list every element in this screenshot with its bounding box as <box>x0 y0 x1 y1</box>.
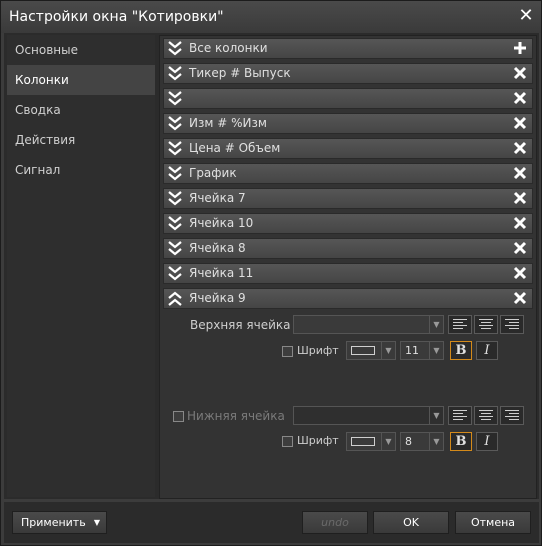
close-icon[interactable]: ✕ <box>517 7 535 25</box>
cell-editor: Верхняя ячейка ▼ Шрифт ▼ 11 ▼ B I Нижняя… <box>163 311 533 443</box>
close-icon[interactable] <box>513 216 527 230</box>
column-row-label: Ячейка 10 <box>189 216 254 230</box>
close-icon[interactable] <box>513 191 527 205</box>
chevron-down-icon: ▼ <box>381 433 395 450</box>
column-row[interactable] <box>163 88 533 109</box>
close-icon[interactable] <box>513 116 527 130</box>
column-row-expanded[interactable]: Ячейка 9 <box>163 288 533 309</box>
align-left-button[interactable] <box>448 406 472 425</box>
color-swatch <box>351 437 375 446</box>
align-center-button[interactable] <box>474 315 498 334</box>
main-panel: Основные Колонки Сводка Действия Сигнал … <box>4 33 539 499</box>
undo-button[interactable]: undo <box>302 511 368 534</box>
column-row-label: График <box>189 166 237 180</box>
sidebar-item-general[interactable]: Основные <box>7 35 155 65</box>
close-icon[interactable] <box>513 241 527 255</box>
column-row[interactable]: Изм # %Изм <box>163 113 533 134</box>
top-italic-button[interactable]: I <box>476 341 498 360</box>
chevron-up-icon[interactable] <box>167 290 183 307</box>
close-icon[interactable] <box>513 66 527 80</box>
column-row-label: Ячейка 9 <box>189 291 246 305</box>
color-swatch <box>351 346 375 355</box>
chevron-down-icon: ▼ <box>93 518 100 527</box>
cancel-button[interactable]: Отмена <box>455 511 531 534</box>
column-row[interactable]: Ячейка 8 <box>163 238 533 259</box>
chevron-down-icon[interactable] <box>167 165 183 182</box>
title-bar: Настройки окна "Котировки" ✕ <box>1 1 541 33</box>
sidebar-item-summary[interactable]: Сводка <box>7 95 155 125</box>
chevron-down-icon[interactable] <box>167 215 183 232</box>
top-font-size-value: 11 <box>405 344 419 357</box>
bottom-cell-select[interactable]: ▼ <box>293 406 444 425</box>
bottom-bold-button[interactable]: B <box>450 432 472 451</box>
column-row[interactable]: Ячейка 11 <box>163 263 533 284</box>
sidebar-item-signal[interactable]: Сигнал <box>7 155 155 185</box>
sidebar: Основные Колонки Сводка Действия Сигнал <box>7 35 155 497</box>
column-row-label: Тикер # Выпуск <box>189 66 291 80</box>
top-bold-button[interactable]: B <box>450 341 472 360</box>
column-row-label: Изм # %Изм <box>189 116 267 130</box>
chevron-down-icon: ▼ <box>381 342 395 359</box>
top-cell-label: Верхняя ячейка <box>190 318 291 332</box>
chevron-down-icon: ▼ <box>429 316 443 333</box>
chevron-down-icon[interactable] <box>167 90 183 107</box>
sidebar-item-actions[interactable]: Действия <box>7 125 155 155</box>
chevron-down-icon[interactable] <box>167 190 183 207</box>
apply-dropdown-button[interactable]: Применить ▼ <box>12 511 107 534</box>
bottom-font-label: Шрифт <box>297 434 339 447</box>
column-row-label: Все колонки <box>189 41 268 55</box>
chevron-down-icon[interactable] <box>167 65 183 82</box>
columns-content: Все колонки Тикер # Выпуск Изм # %Изм Це… <box>159 35 537 499</box>
align-right-button[interactable] <box>500 406 524 425</box>
column-row-label: Цена # Объем <box>189 141 281 155</box>
close-icon[interactable] <box>513 166 527 180</box>
plus-icon[interactable] <box>513 41 527 55</box>
bottom-cell-checkbox[interactable] <box>173 411 184 422</box>
column-row-label: Ячейка 8 <box>189 241 246 255</box>
window-title: Настройки окна "Котировки" <box>9 9 224 25</box>
chevron-down-icon[interactable] <box>167 265 183 282</box>
align-center-button[interactable] <box>474 406 498 425</box>
close-icon[interactable] <box>513 291 527 305</box>
top-font-size-select[interactable]: 11 ▼ <box>400 341 444 360</box>
align-left-button[interactable] <box>448 315 472 334</box>
close-icon[interactable] <box>513 141 527 155</box>
column-row[interactable]: Тикер # Выпуск <box>163 63 533 84</box>
column-row[interactable]: График <box>163 163 533 184</box>
column-row[interactable]: Цена # Объем <box>163 138 533 159</box>
apply-label: Применить <box>21 516 86 529</box>
close-icon[interactable] <box>513 266 527 280</box>
top-cell-select[interactable]: ▼ <box>293 315 444 334</box>
column-row-label: Ячейка 7 <box>189 191 246 205</box>
bottom-italic-button[interactable]: I <box>476 432 498 451</box>
top-font-checkbox[interactable] <box>282 346 293 357</box>
column-row[interactable]: Ячейка 7 <box>163 188 533 209</box>
settings-window: Настройки окна "Котировки" ✕ Основные Ко… <box>0 0 542 546</box>
chevron-down-icon[interactable] <box>167 40 183 57</box>
chevron-down-icon[interactable] <box>167 240 183 257</box>
bottom-cell-label: Нижняя ячейка <box>187 409 285 423</box>
bottom-color-select[interactable]: ▼ <box>346 432 396 451</box>
footer-bar: Применить ▼ undo OK Отмена <box>4 502 539 543</box>
close-icon[interactable] <box>513 91 527 105</box>
ok-button[interactable]: OK <box>373 511 449 534</box>
bottom-font-size-select[interactable]: 8 ▼ <box>400 432 444 451</box>
align-right-button[interactable] <box>500 315 524 334</box>
bottom-font-checkbox[interactable] <box>282 436 293 447</box>
column-row[interactable]: Ячейка 10 <box>163 213 533 234</box>
column-row[interactable]: Все колонки <box>163 38 533 59</box>
top-font-label: Шрифт <box>297 344 339 357</box>
top-color-select[interactable]: ▼ <box>346 341 396 360</box>
sidebar-item-columns[interactable]: Колонки <box>7 65 155 95</box>
chevron-down-icon: ▼ <box>429 433 443 450</box>
chevron-down-icon[interactable] <box>167 115 183 132</box>
bottom-font-size-value: 8 <box>405 435 412 448</box>
chevron-down-icon[interactable] <box>167 140 183 157</box>
chevron-down-icon: ▼ <box>429 342 443 359</box>
chevron-down-icon: ▼ <box>429 407 443 424</box>
column-row-label: Ячейка 11 <box>189 266 254 280</box>
